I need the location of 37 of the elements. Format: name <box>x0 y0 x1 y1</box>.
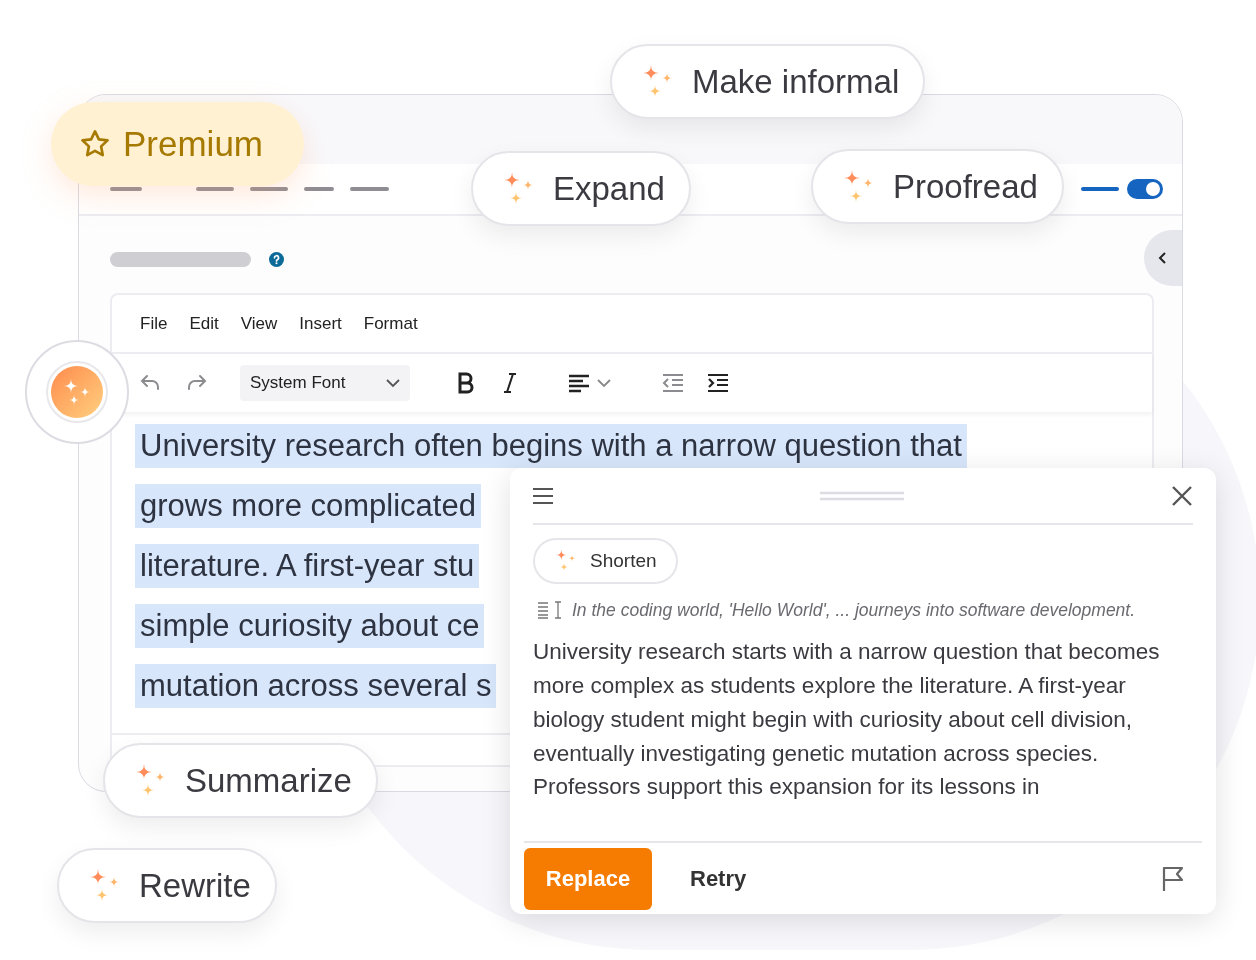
outdent-icon[interactable] <box>662 373 684 393</box>
menu-item[interactable]: Format <box>363 310 418 337</box>
premium-label: Premium <box>123 122 264 165</box>
toolbar-placeholder-dash <box>250 187 288 191</box>
chevron-down-icon[interactable] <box>597 378 611 388</box>
text-cursor-icon <box>538 601 562 620</box>
indent-icon[interactable] <box>707 373 729 393</box>
shorten-chip[interactable]: Shorten <box>533 538 678 584</box>
flag-icon[interactable] <box>1162 865 1184 892</box>
ai-action-chip[interactable]: Rewrite <box>57 848 277 923</box>
italic-icon[interactable] <box>503 372 517 394</box>
menu-item[interactable]: Edit <box>189 310 219 337</box>
align-left-icon[interactable] <box>568 373 590 393</box>
result-text: University research starts with a narrow question that becomes more complex as students explore the literature. A first-year biology student might begin with curiosity about cell division, eventually investigating genetic mutation across species. Professors support this expansion for its lessons in <box>533 638 1161 802</box>
font-select[interactable]: System Font <box>240 365 410 401</box>
menu-icon[interactable] <box>533 486 553 505</box>
rule-line <box>1081 187 1119 191</box>
ai-action-chip[interactable]: Expand <box>471 151 691 226</box>
chevron-down-icon <box>386 378 400 388</box>
toolbar-placeholder-dash <box>350 187 389 191</box>
toolbar-placeholder-dash <box>110 187 142 191</box>
menu-item[interactable]: Insert <box>299 310 342 337</box>
source-text: In the coding world, 'Hello World', ... journeys into software development. <box>572 599 1136 622</box>
toolbar-placeholder-dash <box>304 187 334 191</box>
toggle-switch[interactable] <box>1127 179 1163 199</box>
drag-handle-icon[interactable] <box>820 490 904 501</box>
close-icon[interactable] <box>1171 484 1193 507</box>
ai-action-chip[interactable]: Proofread <box>811 149 1064 224</box>
retry-button[interactable]: Retry <box>666 847 771 910</box>
ai-action-chip[interactable]: Summarize <box>103 743 378 818</box>
toolbar-placeholder-dash <box>196 187 234 191</box>
chevron-left-icon <box>1158 251 1168 265</box>
ai-action-chip[interactable]: Make informal <box>610 44 926 119</box>
menu-item[interactable]: View <box>240 310 278 337</box>
help-icon[interactable] <box>269 252 284 267</box>
menu-item[interactable]: File <box>140 310 168 337</box>
bold-icon[interactable] <box>457 372 475 394</box>
